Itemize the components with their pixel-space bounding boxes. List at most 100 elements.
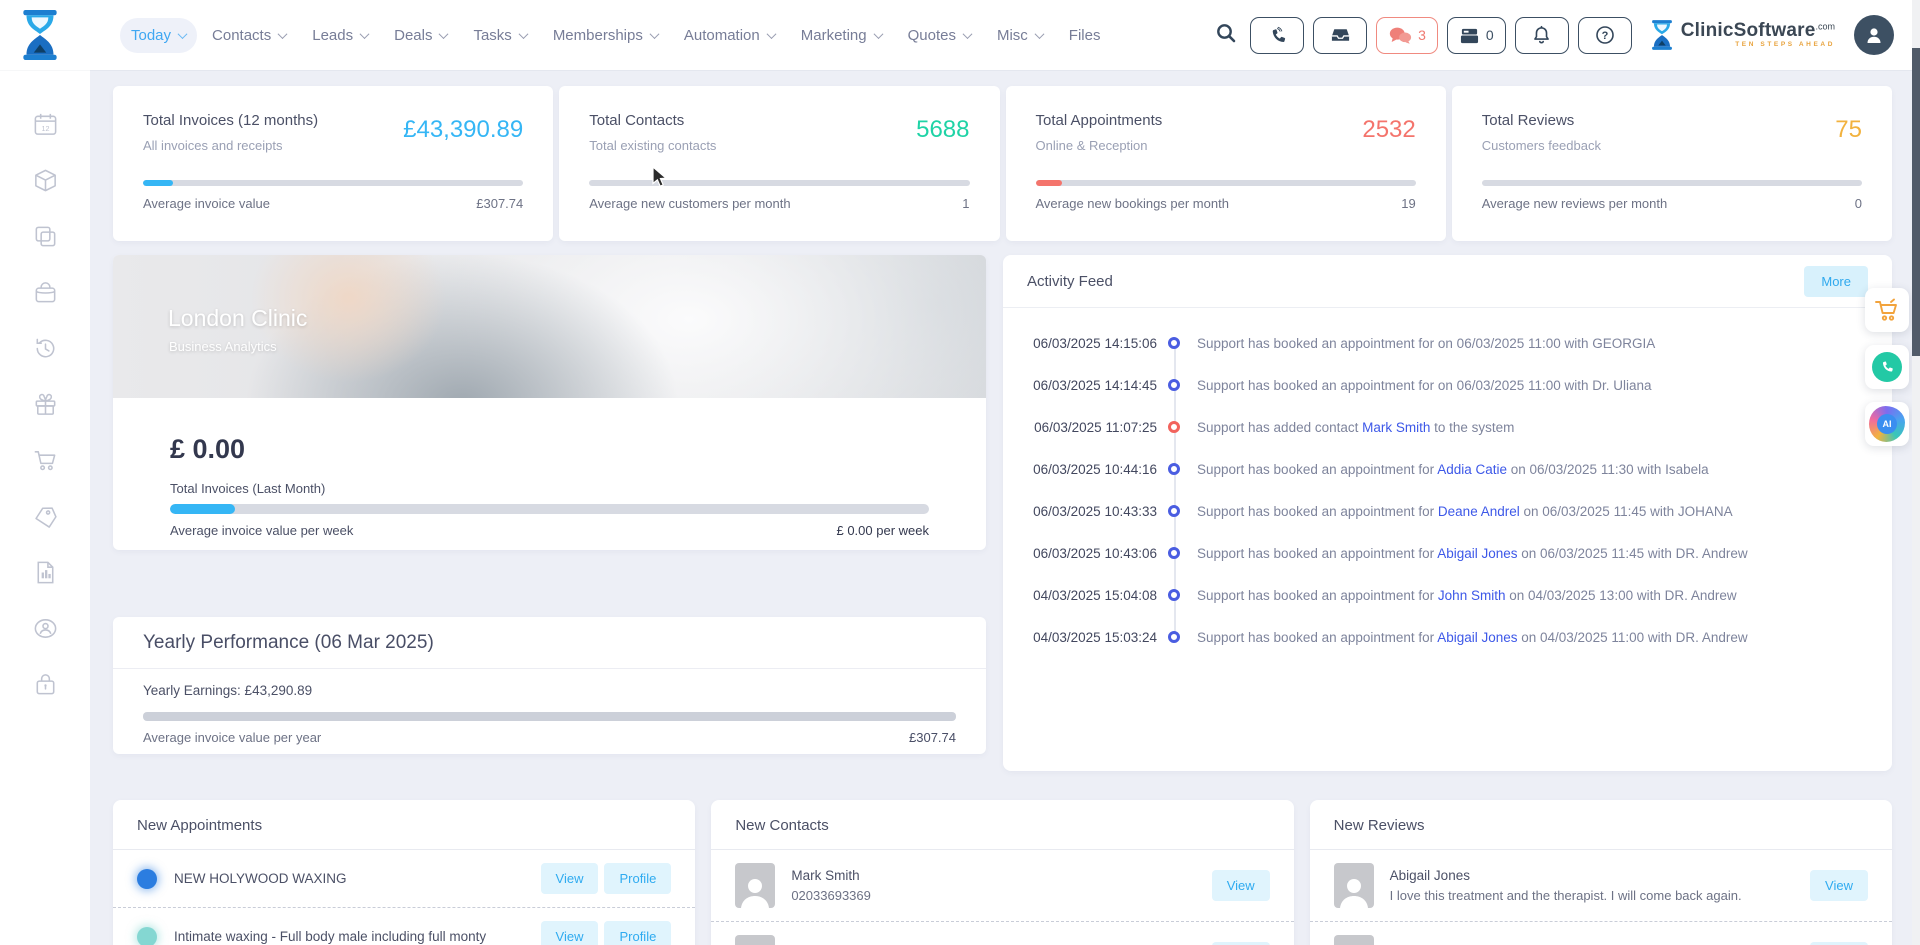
quick-shop-button[interactable] bbox=[1865, 288, 1909, 332]
last-month-label: Total Invoices (Last Month) bbox=[170, 481, 929, 496]
brand-hourglass-icon bbox=[1649, 18, 1675, 52]
account-icon[interactable] bbox=[31, 614, 60, 643]
package-icon[interactable] bbox=[31, 166, 60, 195]
activity-item: 06/03/2025 11:07:25 Support has added co… bbox=[1003, 406, 1892, 448]
stat-subtitle: Total existing contacts bbox=[589, 138, 969, 153]
activity-text: Support has booked an appointment for De… bbox=[1197, 504, 1733, 519]
clinic-footer-value: £ 0.00 per week bbox=[836, 523, 929, 538]
call-support-button[interactable] bbox=[1865, 345, 1909, 389]
history-icon[interactable] bbox=[31, 334, 60, 363]
lock-icon[interactable] bbox=[31, 670, 60, 699]
stat-title: Total Contacts bbox=[589, 112, 969, 129]
nav-automation[interactable]: Automation bbox=[673, 18, 786, 53]
view-button[interactable]: View bbox=[1212, 870, 1270, 901]
view-button[interactable]: View bbox=[541, 863, 599, 894]
appointment-row: NEW HOLYWOOD WAXING View Profile bbox=[113, 850, 695, 908]
contact-link[interactable]: Mark Smith bbox=[1362, 420, 1430, 435]
stat-card-total-contacts: Total Contacts Total existing contacts 5… bbox=[559, 86, 999, 241]
scrollbar-thumb[interactable] bbox=[1912, 48, 1920, 356]
activity-item: 06/03/2025 14:14:45 Support has booked a… bbox=[1003, 364, 1892, 406]
calendar-icon[interactable]: 12 bbox=[31, 110, 60, 139]
progress-bar bbox=[170, 504, 929, 514]
activity-item: 04/03/2025 15:04:08 Support has booked a… bbox=[1003, 574, 1892, 616]
phone-icon bbox=[1872, 352, 1902, 382]
activity-time: 06/03/2025 14:14:45 bbox=[1027, 378, 1157, 393]
nav-today[interactable]: Today bbox=[120, 18, 197, 53]
nav-contacts[interactable]: Contacts bbox=[201, 18, 297, 53]
inbox-button[interactable] bbox=[1313, 17, 1367, 54]
nav-misc[interactable]: Misc bbox=[986, 18, 1054, 53]
stats-row: Total Invoices (12 months) All invoices … bbox=[113, 86, 1892, 241]
activity-text: Support has booked an appointment for on… bbox=[1197, 378, 1652, 393]
chat-button[interactable]: 3 bbox=[1376, 17, 1438, 54]
clinic-overview-card: London Clinic Business Analytics £ 0.00 … bbox=[113, 255, 986, 550]
progress-bar bbox=[1036, 180, 1416, 186]
cart-icon[interactable] bbox=[31, 446, 60, 475]
contact-link[interactable]: Abigail Jones bbox=[1437, 630, 1517, 645]
left-sidebar: 12 bbox=[0, 70, 90, 945]
user-avatar-icon bbox=[1863, 24, 1885, 46]
activity-text: Support has booked an appointment for on… bbox=[1197, 336, 1655, 351]
event-dot-icon bbox=[1168, 631, 1180, 643]
pos-count-badge: 0 bbox=[1486, 27, 1494, 43]
contact-link[interactable]: John Smith bbox=[1438, 588, 1506, 603]
stat-footer-label: Average new customers per month bbox=[589, 196, 790, 211]
price-tag-icon[interactable] bbox=[31, 502, 60, 531]
report-icon[interactable] bbox=[31, 558, 60, 587]
stat-value: 75 bbox=[1835, 116, 1862, 144]
contact-avatar bbox=[735, 863, 775, 908]
more-button[interactable]: More bbox=[1804, 266, 1868, 297]
progress-fill bbox=[170, 504, 235, 514]
contact-link[interactable]: Deane Andrel bbox=[1438, 504, 1520, 519]
view-button[interactable]: View bbox=[1810, 870, 1868, 901]
panel-title: New Reviews bbox=[1310, 800, 1892, 850]
view-button[interactable]: View bbox=[541, 921, 599, 945]
stat-value: 2532 bbox=[1362, 116, 1415, 144]
nav-memberships[interactable]: Memberships bbox=[542, 18, 669, 53]
contact-link[interactable]: Abigail Jones bbox=[1437, 546, 1517, 561]
copy-icon[interactable] bbox=[31, 222, 60, 251]
ai-assistant-button[interactable]: AI bbox=[1865, 402, 1909, 446]
main-navigation: Today Contacts Leads Deals Tasks Members… bbox=[120, 18, 1111, 53]
search-icon[interactable] bbox=[1215, 22, 1237, 49]
nav-label: Memberships bbox=[553, 27, 643, 44]
stat-footer-label: Average new bookings per month bbox=[1036, 196, 1229, 211]
bag-icon[interactable] bbox=[31, 278, 60, 307]
bottom-row: New Appointments NEW HOLYWOOD WAXING Vie… bbox=[113, 800, 1892, 945]
stat-title: Total Appointments bbox=[1036, 112, 1416, 129]
contact-name: Mark Smith bbox=[791, 868, 1205, 883]
review-row: Marcia Navarro Brooks View bbox=[1310, 922, 1892, 945]
left-column: London Clinic Business Analytics £ 0.00 … bbox=[113, 255, 986, 754]
app-logo-hourglass-icon bbox=[18, 9, 62, 61]
contact-link[interactable]: Addia Catie bbox=[1437, 462, 1507, 477]
activity-item: 06/03/2025 10:43:06 Support has booked a… bbox=[1003, 532, 1892, 574]
yearly-footer-label: Average invoice value per year bbox=[143, 730, 321, 745]
activity-time: 04/03/2025 15:03:24 bbox=[1027, 630, 1157, 645]
event-dot-icon bbox=[1168, 421, 1180, 433]
profile-button[interactable]: Profile bbox=[604, 921, 671, 945]
chevron-down-icon bbox=[439, 29, 449, 39]
stat-subtitle: Online & Reception bbox=[1036, 138, 1416, 153]
stat-card-total-appointments: Total Appointments Online & Reception 25… bbox=[1006, 86, 1446, 241]
nav-leads[interactable]: Leads bbox=[301, 18, 379, 53]
notifications-button[interactable] bbox=[1515, 17, 1569, 54]
svg-text:?: ? bbox=[1601, 30, 1608, 42]
profile-button[interactable]: Profile bbox=[604, 863, 671, 894]
help-button[interactable]: ? bbox=[1578, 17, 1632, 54]
nav-quotes[interactable]: Quotes bbox=[897, 18, 982, 53]
chevron-down-icon bbox=[360, 29, 370, 39]
gift-icon[interactable] bbox=[31, 390, 60, 419]
new-contacts-panel: New Contacts Mark Smith 02033693369 View… bbox=[711, 800, 1293, 945]
nav-files[interactable]: Files bbox=[1058, 18, 1112, 53]
nav-label: Automation bbox=[684, 27, 760, 44]
nav-deals[interactable]: Deals bbox=[383, 18, 458, 53]
appointment-label: NEW HOLYWOOD WAXING bbox=[174, 871, 535, 886]
pos-terminal-button[interactable]: 0 bbox=[1447, 17, 1506, 54]
appointment-label: Intimate waxing - Full body male includi… bbox=[174, 929, 535, 944]
nav-marketing[interactable]: Marketing bbox=[790, 18, 893, 53]
nav-label: Tasks bbox=[473, 27, 511, 44]
nav-tasks[interactable]: Tasks bbox=[462, 18, 537, 53]
phone-call-button[interactable] bbox=[1250, 17, 1304, 54]
user-avatar[interactable] bbox=[1854, 15, 1894, 55]
stat-footer-value: 19 bbox=[1401, 196, 1415, 211]
